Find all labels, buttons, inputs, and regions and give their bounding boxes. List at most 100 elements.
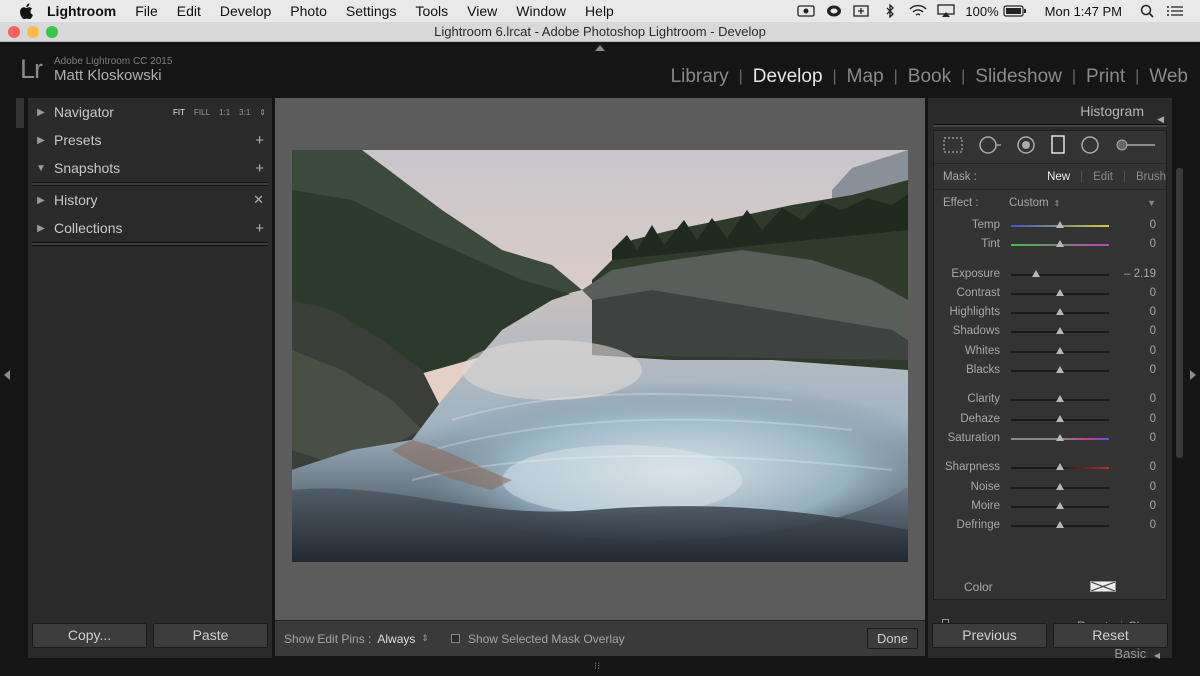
adjustment-brush-icon[interactable] — [1114, 135, 1158, 160]
contrast-value[interactable]: 0 — [1150, 287, 1156, 299]
airplay-icon[interactable] — [937, 4, 956, 18]
whites-value[interactable]: 0 — [1150, 345, 1156, 357]
module-slideshow[interactable]: Slideshow — [965, 66, 1072, 88]
histogram-header[interactable]: Histogram ◀ — [928, 98, 1172, 124]
effect-select[interactable]: Custom ⇕ — [1009, 197, 1060, 209]
screen-record-icon[interactable] — [797, 4, 816, 18]
photo-mountain-river[interactable] — [292, 150, 908, 562]
copy-settings-button[interactable]: Copy... — [32, 623, 147, 648]
histogram-collapse-icon[interactable]: ◀ — [1157, 106, 1164, 132]
history-header[interactable]: ▶ History ✕ — [28, 186, 272, 214]
spot-removal-icon[interactable] — [978, 135, 1002, 160]
zoom-3-1[interactable]: 3:1 — [239, 108, 250, 117]
dehaze-value[interactable]: 0 — [1150, 413, 1156, 425]
menu-help[interactable]: Help — [585, 3, 614, 19]
top-panel-toggle-icon[interactable] — [595, 45, 605, 51]
mask-overlay-checkbox[interactable] — [450, 634, 460, 643]
zoom-fit[interactable]: FIT — [173, 108, 185, 117]
left-panel-scrollbar[interactable] — [16, 98, 24, 128]
wifi-icon[interactable] — [909, 4, 927, 18]
mask-edit-button[interactable]: Edit — [1093, 171, 1113, 183]
exposure-value[interactable]: – 2.19 — [1124, 268, 1156, 280]
menu-tools[interactable]: Tools — [415, 3, 448, 19]
dehaze-slider-thumb[interactable] — [1056, 414, 1064, 422]
temp-slider-thumb[interactable] — [1056, 221, 1064, 228]
module-web[interactable]: Web — [1139, 66, 1188, 88]
menu-photo[interactable]: Photo — [290, 3, 327, 19]
menu-edit[interactable]: Edit — [177, 3, 201, 19]
red-eye-icon[interactable] — [1016, 135, 1036, 160]
temp-value[interactable]: 0 — [1150, 219, 1156, 231]
basic-panel-header[interactable]: Basic ◀ — [1114, 646, 1160, 661]
spotlight-search-icon[interactable] — [1138, 4, 1156, 18]
zoom-window-button[interactable] — [46, 26, 58, 38]
menubar-clock[interactable]: Mon 1:47 PM — [1045, 4, 1122, 19]
right-panel-toggle-icon[interactable] — [1190, 370, 1196, 380]
noise-value[interactable]: 0 — [1150, 481, 1156, 493]
effect-collapse-icon[interactable]: ▼ — [1147, 198, 1156, 208]
graduated-filter-icon[interactable] — [1050, 134, 1066, 160]
saturation-value[interactable]: 0 — [1150, 432, 1156, 444]
add-snapshot-icon[interactable]: + — [255, 160, 264, 177]
shadows-value[interactable]: 0 — [1150, 325, 1156, 337]
minimize-window-button[interactable] — [27, 26, 39, 38]
reset-button[interactable]: Reset — [1053, 623, 1168, 648]
bluetooth-icon[interactable] — [881, 4, 899, 18]
module-develop[interactable]: Develop — [743, 66, 833, 88]
radial-filter-icon[interactable] — [1080, 135, 1100, 160]
left-panel-toggle-icon[interactable] — [4, 370, 10, 380]
presets-header[interactable]: ▶ Presets + — [28, 126, 272, 154]
menu-window[interactable]: Window — [516, 3, 566, 19]
snapshots-header[interactable]: ▼ Snapshots + — [28, 154, 272, 182]
color-swatch[interactable] — [1090, 581, 1116, 592]
collections-header[interactable]: ▶ Collections + — [28, 214, 272, 242]
navigator-header[interactable]: ▶ Navigator FIT FILL 1:1 3:1 ⇕ — [28, 98, 272, 126]
close-window-button[interactable] — [8, 26, 20, 38]
highlights-value[interactable]: 0 — [1150, 306, 1156, 318]
blacks-slider-thumb[interactable] — [1056, 366, 1064, 374]
sharpness-value[interactable]: 0 — [1150, 461, 1156, 473]
defringe-value[interactable]: 0 — [1150, 519, 1156, 531]
tint-value[interactable]: 0 — [1150, 238, 1156, 250]
mask-brush-button[interactable]: Brush — [1136, 171, 1166, 183]
menu-file[interactable]: File — [135, 3, 158, 19]
saturation-slider-thumb[interactable] — [1056, 433, 1064, 441]
menu-view[interactable]: View — [467, 3, 497, 19]
zoom-stepper-icon[interactable]: ⇕ — [259, 108, 266, 117]
mask-new-button[interactable]: New — [1047, 171, 1070, 183]
blacks-value[interactable]: 0 — [1150, 364, 1156, 376]
sharpness-slider-thumb[interactable] — [1056, 463, 1064, 471]
done-button[interactable]: Done — [867, 628, 918, 649]
crop-overlay-icon[interactable] — [942, 136, 964, 159]
creative-cloud-icon[interactable] — [825, 4, 843, 18]
module-map[interactable]: Map — [837, 66, 894, 88]
right-panel-scrollbar[interactable] — [1176, 168, 1183, 458]
menu-app-lightroom[interactable]: Lightroom — [47, 3, 116, 19]
module-book[interactable]: Book — [898, 66, 961, 88]
image-canvas[interactable] — [275, 98, 925, 656]
clarity-value[interactable]: 0 — [1150, 393, 1156, 405]
module-print[interactable]: Print — [1076, 66, 1135, 88]
clear-history-icon[interactable]: ✕ — [253, 192, 264, 208]
menu-develop[interactable]: Develop — [220, 3, 271, 19]
edit-pins-select[interactable]: Always ⇕ — [377, 632, 429, 646]
previous-button[interactable]: Previous — [932, 623, 1047, 648]
module-library[interactable]: Library — [661, 66, 739, 88]
zoom-fill[interactable]: FILL — [194, 108, 210, 117]
contrast-slider-thumb[interactable] — [1056, 288, 1064, 296]
whites-slider-thumb[interactable] — [1056, 346, 1064, 354]
paste-settings-button[interactable]: Paste — [153, 623, 268, 648]
noise-slider-thumb[interactable] — [1056, 482, 1064, 490]
exposure-slider-thumb[interactable] — [1031, 269, 1040, 277]
clarity-slider-thumb[interactable] — [1056, 395, 1064, 403]
notification-center-icon[interactable] — [1166, 4, 1184, 18]
tint-slider-thumb[interactable] — [1056, 240, 1064, 248]
backup-icon[interactable] — [853, 4, 871, 18]
highlights-slider-thumb[interactable] — [1056, 308, 1064, 316]
filmstrip-toggle-icon[interactable]: ⁝⁝ — [594, 661, 600, 672]
moire-slider-thumb[interactable] — [1056, 501, 1064, 509]
add-preset-icon[interactable]: + — [255, 132, 264, 149]
battery-icon[interactable] — [1003, 4, 1027, 18]
shadows-slider-thumb[interactable] — [1056, 327, 1064, 335]
zoom-1-1[interactable]: 1:1 — [219, 108, 230, 117]
